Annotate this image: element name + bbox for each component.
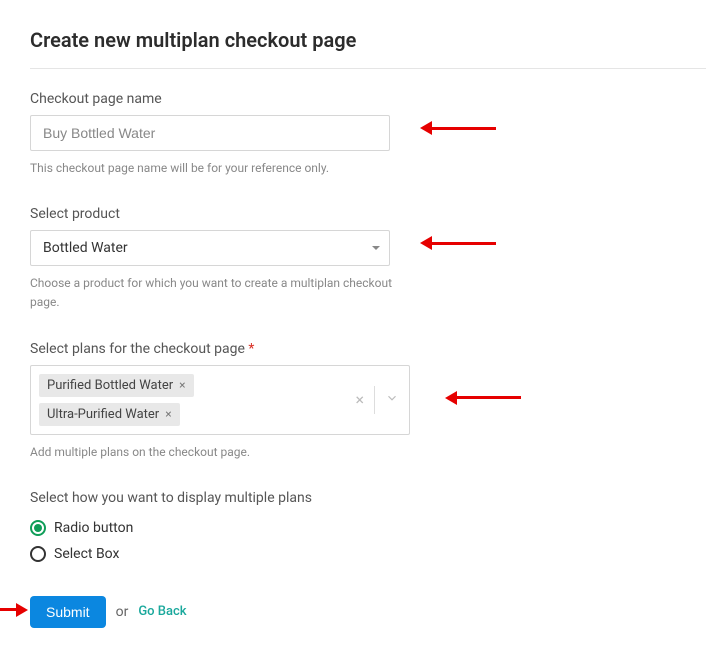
or-text: or [116, 604, 129, 620]
plan-chip: Ultra-Purified Water × [39, 403, 180, 426]
submit-button[interactable]: Submit [30, 596, 106, 628]
product-label: Select product [30, 206, 706, 222]
display-label: Select how you want to display multiple … [30, 490, 706, 506]
chip-remove-icon[interactable]: × [165, 408, 171, 420]
plans-help: Add multiple plans on the checkout page. [30, 443, 410, 462]
chip-remove-icon[interactable]: × [179, 379, 185, 391]
chip-label: Purified Bottled Water [47, 378, 173, 393]
radio-label: Radio button [54, 520, 133, 536]
display-option-select[interactable]: Select Box [30, 546, 706, 562]
product-selected-value: Bottled Water [43, 240, 128, 256]
caret-down-icon [372, 246, 380, 250]
go-back-link[interactable]: Go Back [138, 604, 186, 619]
annotation-arrow [0, 603, 28, 617]
display-group: Select how you want to display multiple … [30, 490, 706, 562]
radio-checked-icon [30, 520, 46, 536]
display-option-radio[interactable]: Radio button [30, 520, 706, 536]
plan-chip: Purified Bottled Water × [39, 374, 194, 397]
divider [30, 68, 706, 69]
product-group: Select product Bottled Water Choose a pr… [30, 206, 706, 312]
radio-unchecked-icon [30, 546, 46, 562]
clear-all-icon[interactable]: × [355, 392, 364, 408]
checkout-name-help: This checkout page name will be for your… [30, 159, 410, 178]
form-actions: Submit or Go Back [30, 596, 706, 628]
annotation-arrow [420, 121, 496, 135]
chevron-down-icon[interactable] [385, 390, 399, 409]
page-title: Create new multiplan checkout page [30, 28, 706, 52]
plans-multiselect[interactable]: Purified Bottled Water × Ultra-Purified … [30, 365, 410, 435]
product-help: Choose a product for which you want to c… [30, 274, 410, 312]
plans-label: Select plans for the checkout page * [30, 341, 706, 357]
required-asterisk: * [248, 341, 254, 357]
plans-group: Select plans for the checkout page * Pur… [30, 341, 706, 462]
vertical-divider [374, 386, 375, 414]
product-select[interactable]: Bottled Water [30, 230, 390, 266]
annotation-arrow [445, 391, 521, 405]
chip-label: Ultra-Purified Water [47, 407, 159, 422]
annotation-arrow [420, 236, 496, 250]
radio-label: Select Box [54, 546, 119, 562]
checkout-name-label: Checkout page name [30, 91, 706, 107]
checkout-name-input[interactable] [30, 115, 390, 151]
checkout-name-group: Checkout page name This checkout page na… [30, 91, 706, 178]
plans-chips-area: Purified Bottled Water × Ultra-Purified … [31, 366, 345, 434]
